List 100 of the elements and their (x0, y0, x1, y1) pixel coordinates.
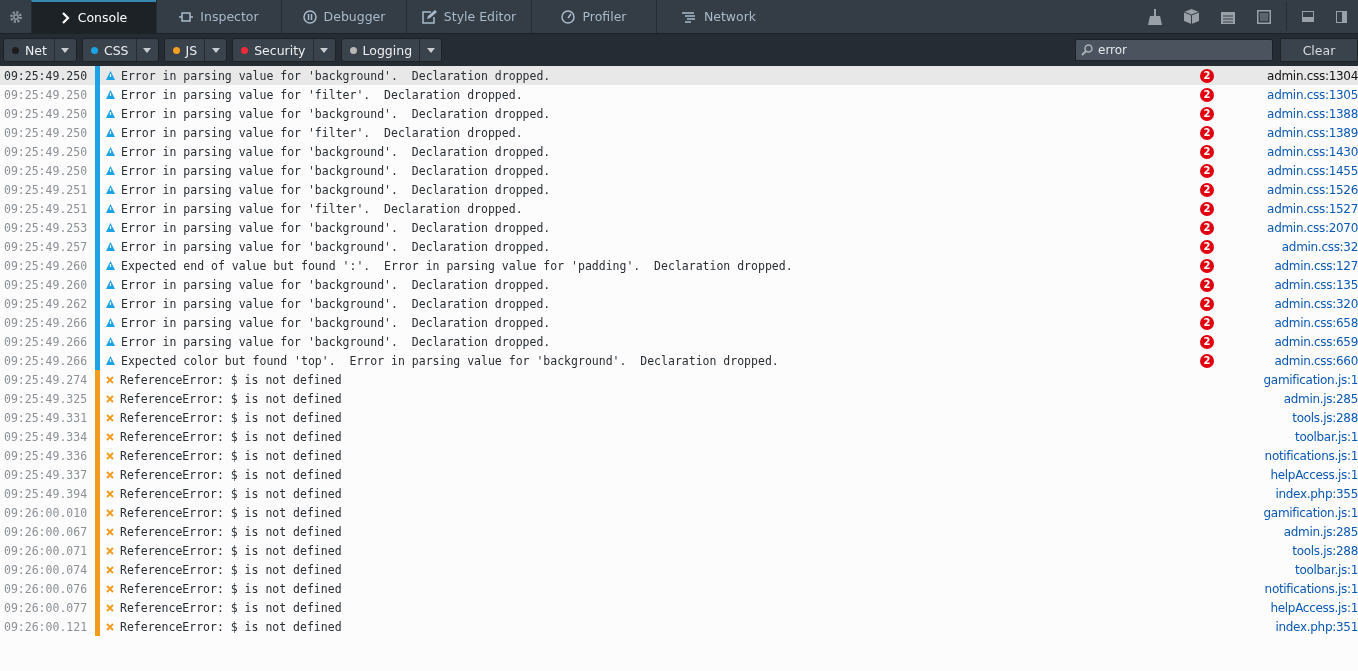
source-link[interactable]: index.php:351 (1240, 619, 1358, 634)
log-message[interactable]: 09:26:00.067 ReferenceError: $ is not defined admin.js:285 (0, 522, 1358, 541)
log-message[interactable]: 09:25:49.325 ReferenceError: $ is not defined admin.js:285 (0, 389, 1358, 408)
caret-icon[interactable] (211, 47, 220, 53)
caret-icon[interactable] (320, 47, 329, 53)
devtools-tab[interactable]: Debugger (281, 0, 406, 33)
warning-icon (106, 356, 115, 365)
log-message[interactable]: 09:26:00.121 ReferenceError: $ is not defined index.php:351 (0, 617, 1358, 636)
log-message[interactable]: 09:25:49.257 Error in parsing value for 'background'. Declaration dropped. 2 admin.css:32 (0, 237, 1358, 256)
timestamp: 09:26:00.076 (3, 581, 89, 596)
dock-bottom-icon[interactable] (1302, 11, 1314, 22)
source-link[interactable]: admin.css:1304 (1240, 68, 1358, 83)
source-link[interactable]: tools.js:288 (1240, 543, 1358, 558)
clear-button[interactable]: Clear (1280, 38, 1358, 62)
filter-button[interactable]: Security (232, 38, 336, 62)
caret-icon[interactable] (143, 47, 152, 53)
message-text: Expected color but found 'top'. Error in parsing value for 'background'. Declaration dropped. (121, 353, 780, 368)
source-link[interactable]: admin.css:1430 (1240, 144, 1358, 159)
filter-button[interactable]: Net (3, 38, 77, 62)
log-message[interactable]: 09:25:49.331 ReferenceError: $ is not defined tools.js:288 (0, 408, 1358, 427)
message-text: ReferenceError: $ is not defined (120, 600, 343, 615)
devtools-tab[interactable]: Profiler (531, 0, 656, 33)
log-message[interactable]: 09:25:49.266 Expected color but found 'top'. Error in parsing value for 'background'. Declaration dropped. 2 admin.css:660 (0, 351, 1358, 370)
message-text: Error in parsing value for 'background'. Declaration dropped. (121, 182, 552, 197)
message-text: Error in parsing value for 'background'. Declaration dropped. (121, 220, 552, 235)
log-message[interactable]: 09:26:00.074 ReferenceError: $ is not defined toolbar.js:1 (0, 560, 1358, 579)
log-message[interactable]: 09:25:49.260 Expected end of value but found ':'. Error in parsing value for 'padding'. Declaration dropped. 2 admin.css:127 (0, 256, 1358, 275)
source-link[interactable]: admin.css:2070 (1240, 220, 1358, 235)
source-link[interactable]: admin.css:660 (1240, 353, 1358, 368)
log-message[interactable]: 09:25:49.250 Error in parsing value for 'background'. Declaration dropped. 2 admin.css:1430 (0, 142, 1358, 161)
log-message[interactable]: 09:25:49.262 Error in parsing value for 'background'. Declaration dropped. 2 admin.css:320 (0, 294, 1358, 313)
source-link[interactable]: admin.css:135 (1240, 277, 1358, 292)
log-message[interactable]: 09:25:49.274 ReferenceError: $ is not defined gamification.js:1 (0, 370, 1358, 389)
source-link[interactable]: admin.js:285 (1240, 524, 1358, 539)
log-message[interactable]: 09:26:00.076 ReferenceError: $ is not defined notifications.js:1 (0, 579, 1358, 598)
cube-icon[interactable] (1184, 9, 1199, 24)
source-link[interactable]: tools.js:288 (1240, 410, 1358, 425)
repeat-count: 2 (1200, 239, 1214, 254)
source-link[interactable]: helpAccess.js:1 (1240, 467, 1358, 482)
log-message[interactable]: 09:25:49.253 Error in parsing value for 'background'. Declaration dropped. 2 admin.css:2070 (0, 218, 1358, 237)
source-link[interactable]: notifications.js:1 (1240, 581, 1358, 596)
log-message[interactable]: 09:25:49.336 ReferenceError: $ is not defined notifications.js:1 (0, 446, 1358, 465)
filter-button[interactable]: JS (163, 38, 228, 62)
log-message[interactable]: 09:25:49.266 Error in parsing value for 'background'. Declaration dropped. 2 admin.css:659 (0, 332, 1358, 351)
source-link[interactable]: admin.css:1389 (1240, 125, 1358, 140)
message-text: ReferenceError: $ is not defined (120, 372, 343, 387)
source-link[interactable]: admin.css:658 (1240, 315, 1358, 330)
source-link[interactable]: gamification.js:1 (1240, 372, 1358, 387)
source-link[interactable]: toolbar.js:1 (1240, 562, 1358, 577)
source-link[interactable]: notifications.js:1 (1240, 448, 1358, 463)
source-link[interactable]: admin.css:320 (1240, 296, 1358, 311)
log-message[interactable]: 09:25:49.260 Error in parsing value for 'background'. Declaration dropped. 2 admin.css:135 (0, 275, 1358, 294)
message-text: Error in parsing value for 'background'. Declaration dropped. (121, 239, 552, 254)
repeat-count: 2 (1200, 201, 1214, 216)
filter-button[interactable]: Logging (340, 38, 443, 62)
timestamp: 09:25:49.331 (3, 410, 89, 425)
log-message[interactable]: 09:25:49.250 Error in parsing value for 'filter'. Declaration dropped. 2 admin.css:1305 (0, 85, 1358, 104)
caret-icon[interactable] (61, 47, 70, 53)
repeat-count: 2 (1200, 353, 1214, 368)
broom-icon[interactable] (1148, 8, 1162, 25)
source-link[interactable]: admin.css:32 (1240, 239, 1358, 254)
grid-frame-icon[interactable] (1257, 9, 1271, 24)
error-icon (106, 565, 114, 574)
source-link[interactable]: admin.css:127 (1240, 258, 1358, 273)
log-message[interactable]: 09:26:00.077 ReferenceError: $ is not defined helpAccess.js:1 (0, 598, 1358, 617)
log-message[interactable]: 09:26:00.010 ReferenceError: $ is not defined gamification.js:1 (0, 503, 1358, 522)
source-link[interactable]: admin.css:1388 (1240, 106, 1358, 121)
log-message[interactable]: 09:25:49.334 ReferenceError: $ is not defined toolbar.js:1 (0, 427, 1358, 446)
log-message[interactable]: 09:25:49.250 Error in parsing value for 'background'. Declaration dropped. 2 admin.css:1304 (0, 66, 1358, 85)
source-link[interactable]: admin.css:659 (1240, 334, 1358, 349)
source-link[interactable]: admin.css:1527 (1240, 201, 1358, 216)
filter-button[interactable]: CSS (81, 38, 159, 62)
source-link[interactable]: admin.css:1455 (1240, 163, 1358, 178)
dock-side-icon[interactable] (1336, 10, 1347, 23)
log-message[interactable]: 09:25:49.337 ReferenceError: $ is not defined helpAccess.js:1 (0, 465, 1358, 484)
devtools-tab[interactable]: Console (31, 0, 156, 33)
log-message[interactable]: 09:25:49.250 Error in parsing value for 'filter'. Declaration dropped. 2 admin.css:1389 (0, 123, 1358, 142)
log-message[interactable]: 09:25:49.394 ReferenceError: $ is not defined index.php:355 (0, 484, 1358, 503)
notepad-icon[interactable] (1221, 9, 1235, 24)
devtools-tab[interactable]: Inspector (156, 0, 281, 33)
log-message[interactable]: 09:25:49.251 Error in parsing value for 'background'. Declaration dropped. 2 admin.css:1526 (0, 180, 1358, 199)
source-link[interactable]: gamification.js:1 (1240, 505, 1358, 520)
source-link[interactable]: toolbar.js:1 (1240, 429, 1358, 444)
devtools-tab[interactable]: Network (656, 0, 781, 33)
message-text: Error in parsing value for 'background'. Declaration dropped. (121, 334, 552, 349)
devtools-tab[interactable]: Style Editor (406, 0, 531, 33)
source-link[interactable]: admin.css:1305 (1240, 87, 1358, 102)
source-link[interactable]: admin.js:285 (1240, 391, 1358, 406)
source-link[interactable]: index.php:355 (1240, 486, 1358, 501)
timestamp: 09:26:00.074 (3, 562, 89, 577)
log-message[interactable]: 09:25:49.251 Error in parsing value for 'filter'. Declaration dropped. 2 admin.css:1527 (0, 199, 1358, 218)
log-message[interactable]: 09:26:00.071 ReferenceError: $ is not defined tools.js:288 (0, 541, 1358, 560)
log-message[interactable]: 09:25:49.266 Error in parsing value for 'background'. Declaration dropped. 2 admin.css:658 (0, 313, 1358, 332)
log-message[interactable]: 09:25:49.250 Error in parsing value for 'background'. Declaration dropped. 2 admin.css:1388 (0, 104, 1358, 123)
source-link[interactable]: helpAccess.js:1 (1240, 600, 1358, 615)
caret-icon[interactable] (426, 47, 435, 53)
source-link[interactable]: admin.css:1526 (1240, 182, 1358, 197)
log-message[interactable]: 09:25:49.250 Error in parsing value for 'background'. Declaration dropped. 2 admin.css:1455 (0, 161, 1358, 180)
error-icon (106, 622, 114, 631)
search-field[interactable]: error (1075, 39, 1273, 61)
